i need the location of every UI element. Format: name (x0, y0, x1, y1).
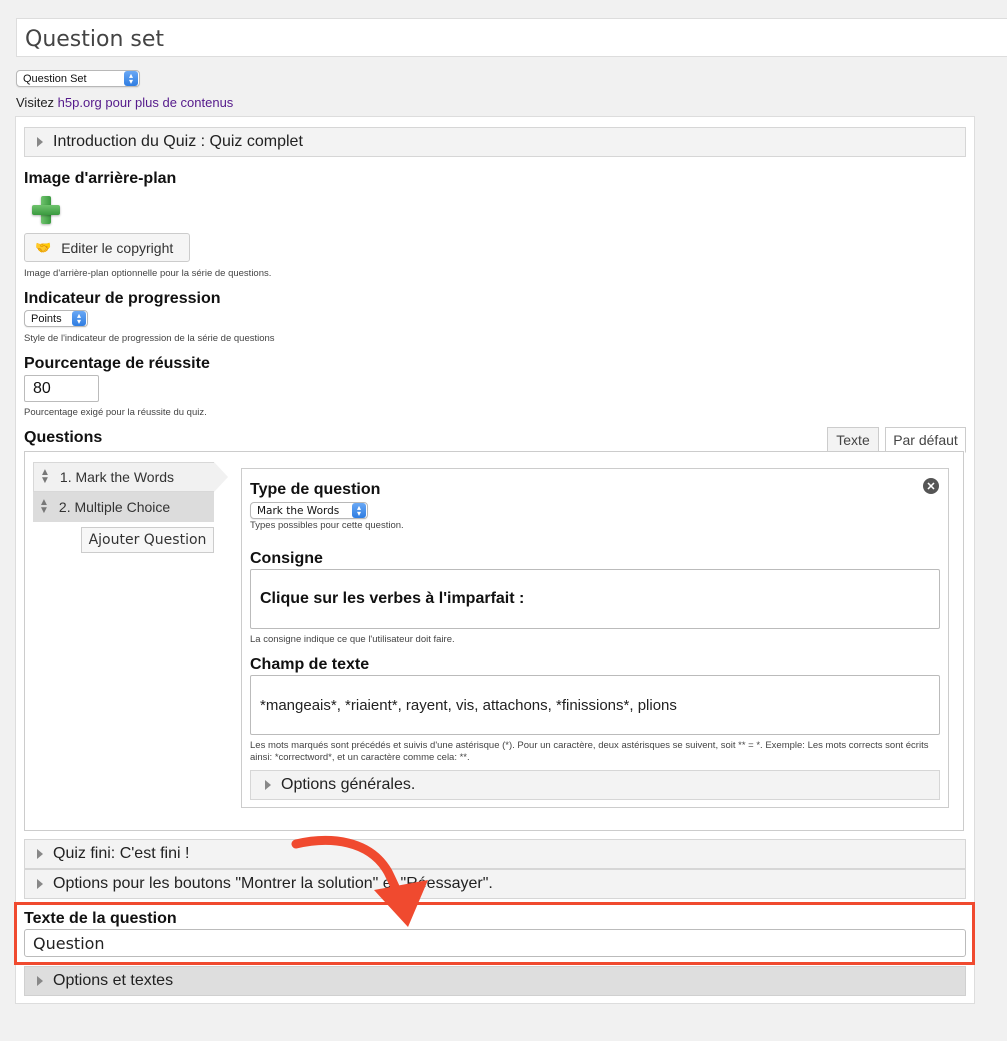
h5p-link[interactable]: h5p.org pour plus de contenus (58, 95, 234, 110)
background-label: Image d'arrière-plan (24, 170, 177, 187)
consigne-field[interactable]: Clique sur les verbes à l'imparfait : (250, 569, 940, 629)
progress-label: Indicateur de progression (24, 290, 221, 307)
drag-handle-icon[interactable]: ▲ ▼ (39, 498, 49, 516)
progress-description: Style de l'indicateur de progression de … (24, 333, 275, 344)
options-texts-label: Options et textes (53, 972, 174, 989)
question-text-input[interactable]: Question (24, 929, 966, 957)
expand-arrow-icon (37, 849, 43, 859)
options-texts-group[interactable]: Options et textes (24, 966, 966, 996)
champ-texte-field[interactable]: *mangeais*, *riaient*, rayent, vis, atta… (250, 675, 940, 735)
tab-par-defaut[interactable]: Par défaut (885, 427, 966, 453)
intro-label: Introduction du Quiz : Quiz complet (53, 133, 303, 150)
progress-select[interactable]: Points ▴ ▾ (24, 310, 88, 327)
question-list-item[interactable]: ▲ ▼ 2. Multiple Choice (33, 492, 214, 522)
background-description: Image d'arrière-plan optionnelle pour la… (24, 268, 272, 279)
question-type-description: Types possibles pour cette question. (250, 520, 404, 531)
edit-copyright-label: Editer le copyright (61, 239, 174, 256)
general-options-label: Options générales. (281, 776, 416, 793)
consigne-label: Consigne (250, 550, 323, 567)
pass-description: Pourcentage exigé pour la réussite du qu… (24, 407, 207, 418)
expand-arrow-icon (265, 780, 271, 790)
edit-copyright-button[interactable]: 🤝 Editer le copyright (24, 233, 190, 262)
buttons-options-group[interactable]: Options pour les boutons "Montrer la sol… (24, 869, 966, 899)
handshake-icon: 🤝 (35, 239, 52, 255)
champ-label: Champ de texte (250, 656, 370, 673)
general-options-group[interactable]: Options générales. (250, 770, 940, 800)
question-list-item[interactable]: ▲ ▼ 1. Mark the Words (33, 462, 214, 492)
question-item-label: 2. Multiple Choice (58, 499, 171, 515)
expand-arrow-icon (37, 137, 43, 147)
select-arrows-icon: ▴ ▾ (352, 503, 366, 518)
tab-texte[interactable]: Texte (827, 427, 879, 453)
question-type-select[interactable]: Mark the Words ▴ ▾ (250, 502, 368, 519)
question-type-label: Type de question (250, 481, 381, 498)
intro-group[interactable]: Introduction du Quiz : Quiz complet (24, 127, 966, 157)
annotation-arrow-icon (291, 835, 428, 927)
drag-handle-icon[interactable]: ▲ ▼ (40, 468, 50, 486)
question-type-value: Mark the Words (257, 504, 340, 517)
questions-label: Questions (24, 429, 103, 446)
question-item-label: 1. Mark the Words (59, 469, 175, 485)
library-select-value: Question Set (23, 72, 87, 85)
question-text-label: Texte de la question (24, 910, 177, 927)
expand-arrow-icon (37, 879, 43, 889)
progress-select-value: Points (31, 312, 62, 325)
add-image-icon[interactable] (30, 194, 62, 226)
add-question-button[interactable]: Ajouter Question (81, 527, 214, 553)
active-item-pointer (214, 462, 228, 492)
library-select[interactable]: Question Set ▴ ▾ (16, 70, 140, 87)
select-arrows-icon: ▴ ▾ (72, 311, 86, 326)
quiz-end-group[interactable]: Quiz fini: C'est fini ! (24, 839, 966, 869)
champ-description: Les mots marqués sont précédés et suivis… (250, 740, 929, 763)
visit-prefix: Visitez (16, 95, 58, 110)
pass-label: Pourcentage de réussite (24, 355, 210, 372)
visit-text: Visitez h5p.org pour plus de contenus (16, 95, 233, 110)
title-field[interactable]: Question set (16, 18, 1007, 57)
expand-arrow-icon (37, 976, 43, 986)
select-arrows-icon: ▴ ▾ (124, 71, 138, 86)
close-icon[interactable]: ✕ (923, 478, 939, 494)
consigne-description: La consigne indique ce que l'utilisateur… (250, 634, 455, 645)
pass-percentage-input[interactable]: 80 (24, 375, 99, 402)
quiz-end-label: Quiz fini: C'est fini ! (53, 845, 190, 862)
